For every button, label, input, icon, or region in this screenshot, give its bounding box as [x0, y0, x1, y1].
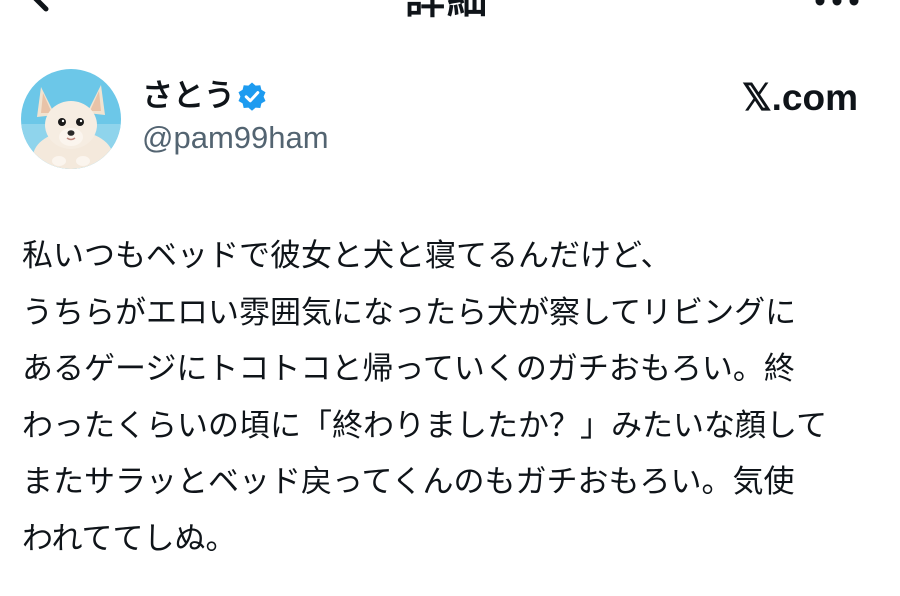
- tweet-text-line: あるゲージにトコトコと帰っていくのガチおもろい。終: [22, 351, 795, 387]
- author-display-name[interactable]: さとう: [142, 78, 235, 114]
- tweet-text-line: またサラッとベッド戻ってくんのもガチおもろい。気使: [22, 464, 795, 500]
- top-navigation-bar: 詳細: [0, 0, 900, 26]
- tweet-text-line: うちらがエロい雰囲気になったら犬が察してリビングに: [22, 294, 797, 331]
- page-title: 詳細: [405, 0, 489, 23]
- tweet-text-line: われててしぬ。: [22, 520, 237, 557]
- verified-badge-icon: [238, 82, 266, 111]
- avatar[interactable]: [21, 69, 121, 169]
- x-logo: 𝕏.com: [741, 77, 858, 118]
- author-handle[interactable]: @pam99ham: [142, 120, 329, 156]
- tweet-text-line: わったくらいの頃に「終わりましたか？」みたいな顔して: [22, 407, 828, 444]
- tweet-text: 私いつもベッドで彼女と犬と寝てるんだけど、 うちらがエロい雰囲気になったら犬が察…: [22, 228, 882, 567]
- chihuahua-photo-avatar: [21, 69, 121, 169]
- arrow-left-icon[interactable]: [22, 0, 72, 20]
- more-horizontal-icon[interactable]: [812, 0, 862, 8]
- tweet-text-line: 私いつもベッドで彼女と犬と寝てるんだけど、: [22, 238, 672, 274]
